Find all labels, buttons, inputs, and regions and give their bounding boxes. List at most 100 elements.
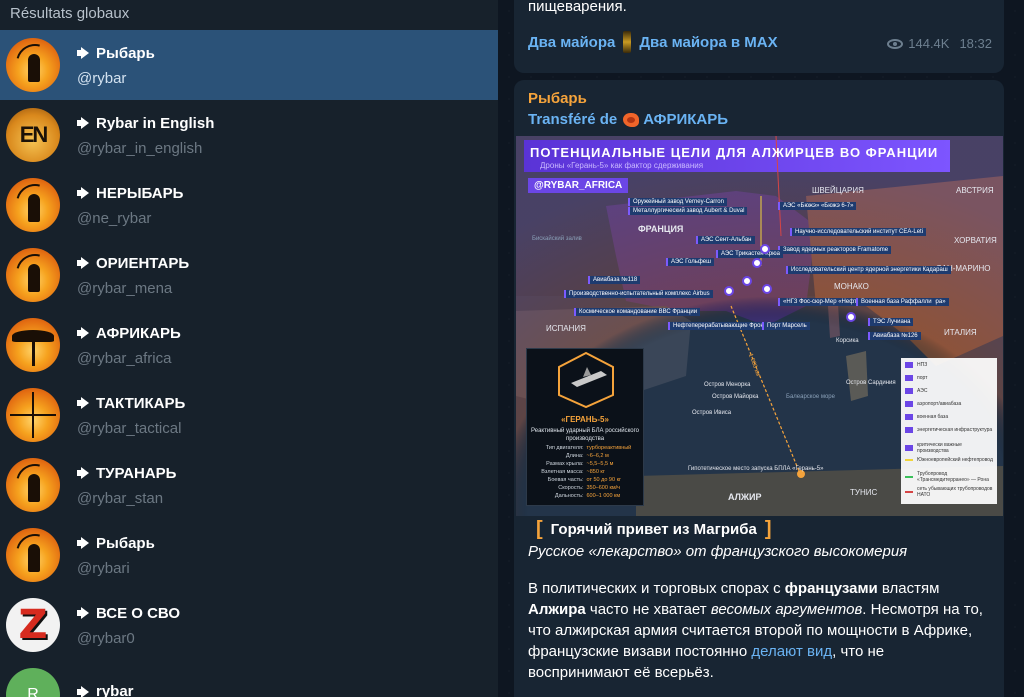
body-link[interactable]: делают вид bbox=[751, 643, 832, 660]
message-time: 18:32 bbox=[959, 36, 992, 51]
megaphone-icon bbox=[77, 537, 91, 549]
link-dva-mayora-max[interactable]: Два майора в MAX bbox=[639, 34, 777, 51]
channel-avatar bbox=[6, 458, 60, 512]
channel-handle: @rybar_tactical bbox=[77, 420, 182, 437]
message-bubble: Рыбарь Transféré de АФРИКАРЬ ПОТЕНЦИАЛЬН… bbox=[514, 80, 1004, 697]
drone-spec: Тип двигателя: турбореактивный bbox=[545, 445, 632, 451]
afrikar-icon bbox=[623, 112, 640, 127]
view-count: 144.4K bbox=[908, 36, 950, 51]
target-label: Металлургический завод Aubert & Duval bbox=[628, 207, 748, 215]
drone-spec: Длина: ~6–6,2 м bbox=[565, 453, 609, 459]
target-label: ТЭС Лучиана bbox=[868, 318, 914, 326]
map-label-switzerland: ШВЕЙЦАРИЯ bbox=[812, 186, 864, 195]
result-item-rybar-in-english[interactable]: EN Rybar in English @rybar_in_english bbox=[0, 100, 498, 170]
section-title: Résultats globaux bbox=[0, 0, 498, 30]
result-item-turanar[interactable]: ТУРАНАРЬ @rybar_stan bbox=[0, 450, 498, 520]
result-item-orientar[interactable]: ОРИЕНТАРЬ @rybar_mena bbox=[0, 240, 498, 310]
map-label-croatia: ХОРВАТИЯ bbox=[954, 236, 997, 245]
target-label: Порт Марсель bbox=[762, 322, 810, 330]
channel-title: ВСЕ О СВО bbox=[96, 604, 181, 622]
drone-spec: Дальность: 600–1 000 км bbox=[554, 493, 621, 499]
channel-avatar bbox=[6, 528, 60, 582]
result-item-vse-o-svo[interactable]: Z ВСЕ О СВО @rybar0 bbox=[0, 590, 498, 660]
result-item-afrikar[interactable]: АФРИКАРЬ @rybar_africa bbox=[0, 310, 498, 380]
message-meta: 144.4K 18:32 bbox=[887, 36, 992, 51]
map-legend: НПЗ порт АЭС аэропорт/авиабаза военная б… bbox=[901, 358, 997, 504]
message-history: пищеварения. Два майора Два майора в MAX… bbox=[498, 0, 1024, 697]
map-label-italy: ИТАЛИЯ bbox=[944, 328, 977, 337]
post-body: В политических и торговых спорах с франц… bbox=[528, 580, 983, 681]
channel-title: Рыбарь bbox=[96, 44, 155, 62]
message-author[interactable]: Рыбарь bbox=[528, 90, 587, 107]
post-subheading: Русское «лекарство» от французского высо… bbox=[528, 543, 908, 560]
map-label-tunisia: ТУНИС bbox=[850, 488, 878, 497]
target-label: Исследовательский центр ядерной энергети… bbox=[786, 266, 951, 274]
channel-handle: @rybar_africa bbox=[77, 350, 172, 367]
channel-title: ОРИЕНТАРЬ bbox=[96, 254, 190, 272]
channel-avatar: Z bbox=[6, 598, 60, 652]
megaphone-icon bbox=[77, 117, 91, 129]
drone-description: Реактивный ударный БЛА российского произ… bbox=[531, 428, 639, 442]
channel-avatar bbox=[6, 248, 60, 302]
drone-spec: Скорость: 350–600 км/ч bbox=[558, 485, 621, 491]
megaphone-icon bbox=[77, 467, 91, 479]
megaphone-icon bbox=[77, 257, 91, 269]
target-label: Авиабаза №126 bbox=[868, 332, 921, 340]
channel-title: Рыбарь bbox=[96, 534, 155, 552]
channel-avatar bbox=[6, 38, 60, 92]
island-label: Остров Сардиния bbox=[846, 380, 896, 386]
map-label-spain: ИСПАНИЯ bbox=[546, 324, 586, 333]
result-item-rybar-user[interactable]: R rybar bbox=[0, 660, 498, 697]
map-label-austria: АВСТРИЯ bbox=[956, 186, 994, 195]
search-results-panel: Résultats globaux Рыбарь @rybar EN Rybar… bbox=[0, 0, 498, 697]
megaphone-icon bbox=[77, 607, 91, 619]
target-marker bbox=[762, 284, 772, 294]
drone-title: «ГЕРАНЬ-5» bbox=[561, 415, 609, 424]
result-item-ne-rybar[interactable]: НЕРЫБАРЬ @ne_rybar bbox=[0, 170, 498, 240]
target-marker bbox=[846, 312, 856, 322]
launch-site-label: Гипотетическое место запуска БПЛА «Геран… bbox=[688, 466, 824, 472]
map-label-biscay: Бискайский залив bbox=[532, 236, 582, 242]
megaphone-icon bbox=[77, 397, 91, 409]
map-label-balearic: Балеарское море bbox=[786, 394, 835, 400]
target-label: Научно-исследовательский институт CEA-Le… bbox=[790, 228, 927, 236]
target-label: Военная база Раффалли bbox=[856, 298, 935, 306]
island-label: Корсика bbox=[836, 338, 859, 344]
map-label-monaco: МОНАКО bbox=[834, 282, 869, 291]
link-dva-mayora[interactable]: Два майора bbox=[528, 34, 615, 51]
channel-handle: @rybari bbox=[77, 560, 130, 577]
channel-avatar bbox=[6, 388, 60, 442]
drone-image bbox=[558, 351, 614, 409]
channel-title: АФРИКАРЬ bbox=[96, 324, 181, 342]
result-item-rybar[interactable]: Рыбарь @rybar bbox=[0, 30, 498, 100]
target-label: Оружейный завод Verney-Carron bbox=[628, 198, 727, 206]
drone-spec: Боевая часть: от 50 до 90 кг bbox=[547, 477, 621, 483]
separator-icon bbox=[623, 31, 632, 53]
channel-title: НЕРЫБАРЬ bbox=[96, 184, 184, 202]
forwarded-from[interactable]: Transféré de АФРИКАРЬ bbox=[528, 111, 728, 128]
island-label: Остров Майорка bbox=[712, 394, 759, 400]
target-label: Завод ядерных реакторов Framatome bbox=[778, 246, 892, 254]
forwarded-channel: АФРИКАРЬ bbox=[643, 111, 729, 128]
channel-handle: @rybar0 bbox=[77, 630, 135, 647]
post-image-map[interactable]: ПОТЕНЦИАЛЬНЫЕ ЦЕЛИ ДЛЯ АЛЖИРЦЕВ ВО ФРАНЦ… bbox=[516, 136, 1003, 516]
message-bubble: пищеварения. Два майора Два майора в MAX… bbox=[514, 0, 1004, 73]
map-label-algeria: АЛЖИР bbox=[728, 492, 762, 502]
post-heading: Горячий привет из Магриба bbox=[550, 521, 757, 538]
target-label: Авиабаза №118 bbox=[588, 276, 641, 284]
island-label: Остров Менорка bbox=[704, 382, 751, 388]
views-icon bbox=[887, 38, 904, 49]
bracket-icon: [ bbox=[536, 518, 543, 540]
channel-title: ТАКТИКАРЬ bbox=[96, 394, 186, 412]
result-item-rybari[interactable]: Рыбарь @rybari bbox=[0, 520, 498, 590]
channel-handle: @rybar_stan bbox=[77, 490, 164, 507]
channel-avatar: EN bbox=[6, 108, 60, 162]
target-marker bbox=[724, 286, 734, 296]
channel-title: rybar bbox=[96, 683, 134, 697]
result-item-taktikar[interactable]: ТАКТИКАРЬ @rybar_tactical bbox=[0, 380, 498, 450]
target-marker bbox=[760, 244, 770, 254]
bracket-icon: ] bbox=[764, 518, 772, 540]
target-marker bbox=[752, 258, 762, 268]
channel-avatar bbox=[6, 178, 60, 232]
channel-avatar: R bbox=[6, 668, 60, 697]
